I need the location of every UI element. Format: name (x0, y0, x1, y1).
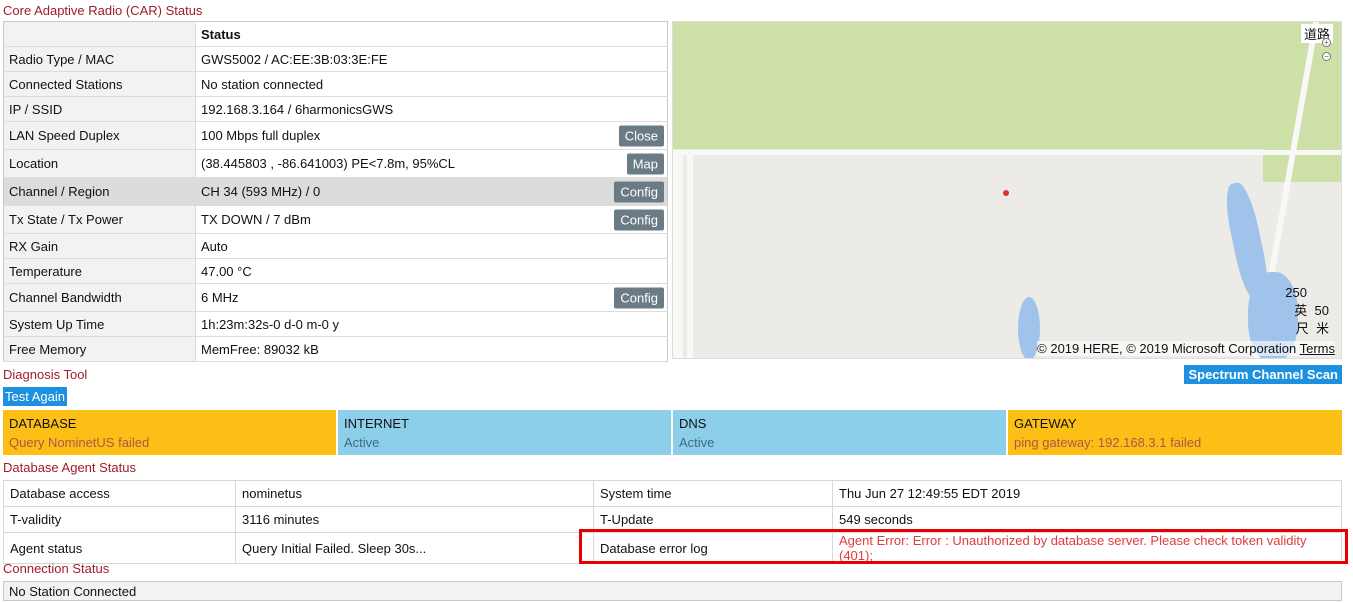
map-button[interactable]: Map (626, 153, 664, 174)
scale-row-units: 尺 米 (1285, 320, 1329, 338)
diag-card-value: ping gateway: 192.168.3.1 failed (1014, 435, 1202, 450)
tx-config-button[interactable]: Config (614, 209, 664, 230)
diag-card-gateway: GATEWAY ping gateway: 192.168.3.1 failed (1008, 410, 1342, 455)
row-value-text: CH 34 (593 MHz) / 0 (201, 184, 321, 199)
map-road (673, 150, 1341, 155)
db-key: Agent status (3, 532, 236, 564)
diag-card-database: DATABASE Query NominetUS failed (3, 410, 336, 455)
diag-card-title: GATEWAY (1014, 416, 1077, 431)
row-value: 6 MHz Config (196, 284, 668, 312)
db-agent-title: Database Agent Status (3, 460, 136, 475)
zoom-out-icon[interactable]: − (1322, 52, 1331, 61)
row-value: 47.00 °C (201, 263, 252, 279)
db-value: Query Initial Failed. Sleep 30s... (235, 532, 594, 564)
diag-card-title: INTERNET (344, 416, 409, 431)
row-key: Connected Stations (3, 71, 196, 97)
row-value: GWS5002 / AC:EE:3B:03:3E:FE (201, 51, 388, 67)
row-value-text: 6 MHz (201, 290, 239, 305)
row-value: (38.445803 , -86.641003) PE<7.8m, 95%CL M… (196, 150, 668, 178)
connection-status-row: No Station Connected (3, 581, 1342, 601)
row-value-text: (38.445803 , -86.641003) PE<7.8m, 95%CL (201, 156, 456, 171)
row-key: Tx State / Tx Power (3, 205, 196, 234)
channel-config-button[interactable]: Config (614, 181, 664, 202)
db-key: T-validity (3, 506, 236, 533)
diag-card-title: DATABASE (9, 416, 77, 431)
bandwidth-config-button[interactable]: Config (614, 287, 664, 308)
scale-unit-chi: 尺 (1295, 321, 1309, 336)
db-key: Database access (3, 480, 236, 507)
row-key: Temperature (3, 258, 196, 284)
row-value-text: TX DOWN / 7 dBm (201, 212, 311, 227)
diagnosis-title: Diagnosis Tool (3, 367, 88, 382)
row-value: MemFree: 89032 kB (201, 341, 319, 357)
row-value-text: 100 Mbps full duplex (201, 128, 321, 143)
location-map[interactable]: 道路 + − 250 英 50 尺 米 © 2019 HERE, © 2019 … (672, 21, 1342, 359)
map-road-vertical (673, 152, 683, 358)
row-key: IP / SSID (3, 96, 196, 122)
map-scale: 250 英 50 尺 米 (1285, 284, 1329, 338)
row-key: Channel Bandwidth (3, 283, 196, 312)
spectrum-channel-scan-button[interactable]: Spectrum Channel Scan (1184, 365, 1342, 384)
test-again-button[interactable]: Test Again (3, 387, 67, 406)
row-value: TX DOWN / 7 dBm Config (196, 206, 668, 234)
close-button[interactable]: Close (618, 125, 664, 146)
diag-card-value: Query NominetUS failed (9, 435, 150, 450)
diag-card-internet: INTERNET Active (338, 410, 671, 455)
diag-card-title: DNS (679, 416, 707, 431)
row-key: Channel / Region (3, 177, 196, 206)
error-highlight-box (579, 529, 1348, 564)
row-key: Free Memory (3, 336, 196, 362)
db-value: Thu Jun 27 12:49:55 EDT 2019 (832, 480, 1342, 507)
car-status-table: Status Radio Type / MAC GWS5002 / AC:EE:… (3, 21, 668, 362)
map-road-vertical-2 (687, 152, 693, 358)
row-value: No station connected (201, 76, 324, 92)
row-value: 192.168.3.164 / 6harmonicsGWS (201, 101, 394, 117)
row-key: LAN Speed Duplex (3, 121, 196, 150)
diag-card-value: Active (344, 435, 380, 450)
copyright-text: © 2019 HERE, © 2019 Microsoft Corporatio… (1037, 341, 1297, 356)
row-key: System Up Time (3, 311, 196, 337)
row-key: RX Gain (3, 233, 196, 259)
db-value: nominetus (235, 480, 594, 507)
scale-row: 英 50 (1285, 302, 1329, 320)
row-value: 100 Mbps full duplex Close (196, 122, 668, 150)
row-value: Auto (201, 238, 228, 254)
diag-card-value: Active (679, 435, 715, 450)
row-key: Radio Type / MAC (3, 46, 196, 72)
db-key: System time (593, 480, 833, 507)
car-status-title: Core Adaptive Radio (CAR) Status (3, 3, 203, 18)
header-status: Status (201, 26, 241, 42)
zoom-in-icon[interactable]: + (1322, 38, 1331, 47)
diag-card-dns: DNS Active (673, 410, 1006, 455)
row-value: CH 34 (593 MHz) / 0 Config (195, 177, 668, 206)
row-key: Location (3, 149, 196, 178)
scale-unit: 英 (1294, 303, 1308, 318)
row-value: 1h:23m:32s-0 d-0 m-0 y (201, 316, 340, 332)
map-copyright: © 2019 HERE, © 2019 Microsoft Corporatio… (1037, 341, 1335, 356)
scale-value-meters: 50 (1314, 303, 1329, 318)
scale-value-feet: 250 (1285, 285, 1307, 300)
terms-link[interactable]: Terms (1300, 341, 1335, 356)
map-location-pin-icon[interactable] (1003, 190, 1009, 196)
connection-status-title: Connection Status (3, 561, 110, 576)
scale-unit-mi: 米 (1315, 321, 1329, 336)
header-key-cell (3, 21, 196, 47)
map-park-area (673, 22, 1313, 149)
db-value: 3116 minutes (235, 506, 594, 533)
